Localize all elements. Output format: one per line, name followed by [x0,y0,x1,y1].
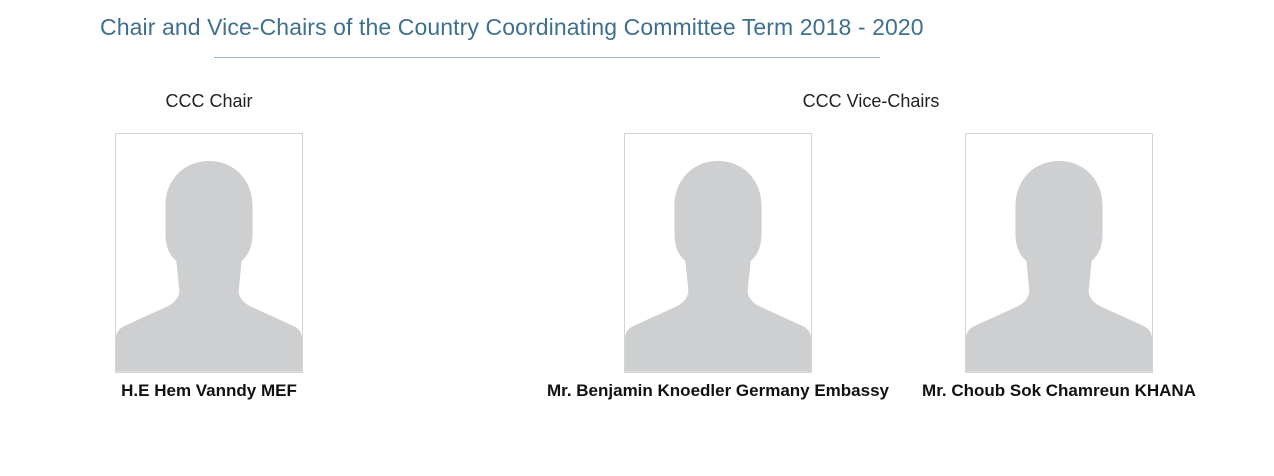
title-divider [214,57,880,58]
person-silhouette-icon [966,160,1152,372]
member-photo-chair [115,133,303,373]
member-name-chair: H.E Hem Vanndy MEF [121,381,297,400]
section-label-chair: CCC Chair [165,91,253,111]
member-photo-vice-chair-1 [624,133,812,373]
person-silhouette-icon [116,160,302,372]
member-photo-vice-chair-2 [965,133,1153,373]
section-label-vice-chairs: CCC Vice-Chairs [802,91,940,111]
person-silhouette-icon [625,160,811,372]
member-name-vice-chair-1: Mr. Benjamin Knoedler Germany Embassy [546,381,890,400]
page-title: Chair and Vice-Chairs of the Country Coo… [100,14,924,40]
member-name-vice-chair-2: Mr. Choub Sok Chamreun KHANA [922,381,1196,400]
